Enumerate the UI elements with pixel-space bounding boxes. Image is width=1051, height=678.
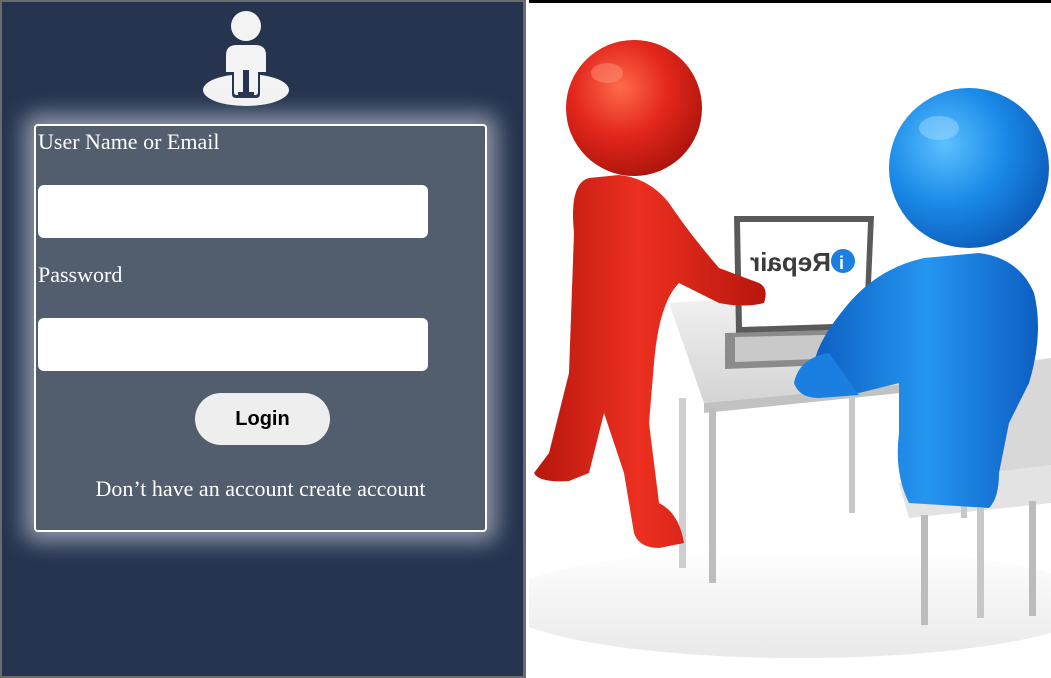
login-panel: User Name or Email Password Login Don’t …	[0, 0, 526, 678]
password-input[interactable]	[38, 318, 428, 371]
laptop-brand-icon: i	[839, 253, 844, 273]
password-label: Password	[38, 262, 123, 287]
user-icon	[203, 11, 289, 106]
username-input[interactable]	[38, 185, 428, 238]
repair-illustration: Repair i	[529, 3, 1051, 678]
no-account-text: Don’t have an account	[95, 476, 294, 501]
login-page: User Name or Email Password Login Don’t …	[0, 0, 1051, 678]
username-label: User Name or Email	[38, 129, 220, 154]
login-form: User Name or Email Password Login Don’t …	[34, 124, 487, 532]
signup-prompt: Don’t have an account create account	[36, 476, 485, 502]
laptop-brand-text: Repair	[750, 247, 831, 277]
create-account-link[interactable]: create account	[299, 476, 425, 501]
login-button[interactable]: Login	[195, 393, 330, 445]
illustration-panel: Repair i	[529, 0, 1051, 678]
